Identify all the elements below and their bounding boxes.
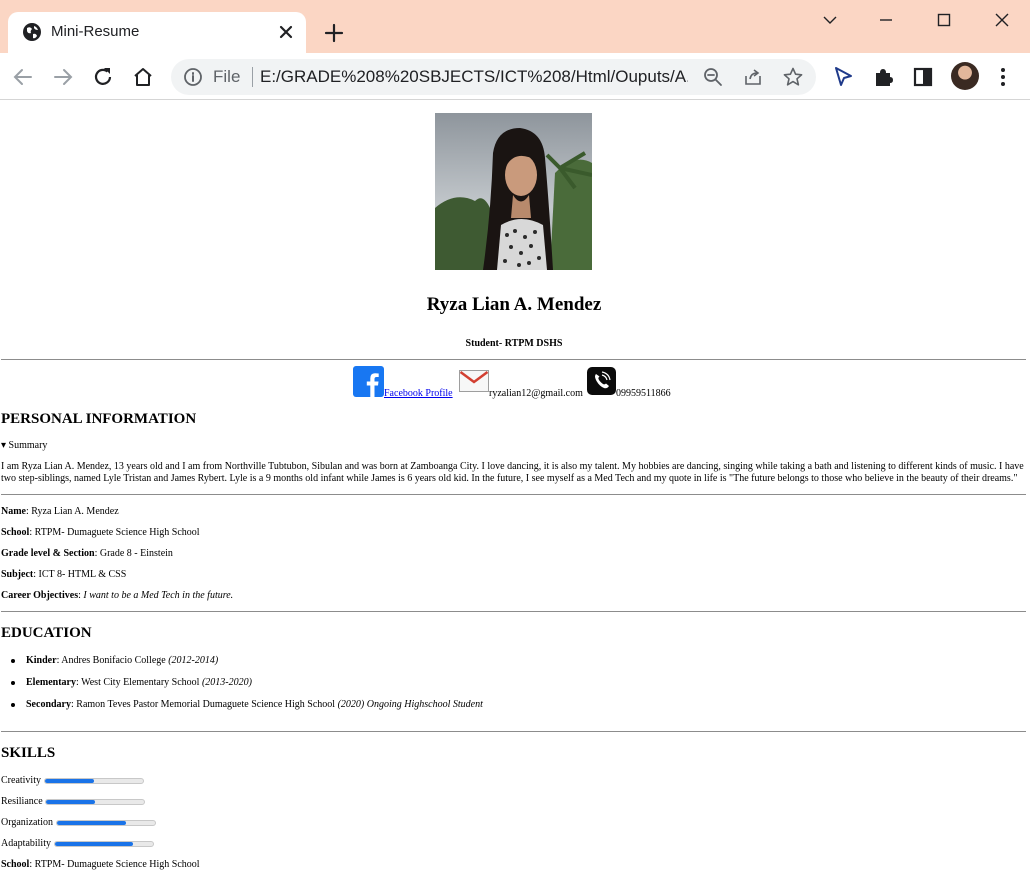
skill-label-organization: Organization: [1, 817, 54, 828]
list-bullet: [11, 681, 15, 685]
zoom-out-icon[interactable]: [702, 66, 724, 88]
divider: [1, 611, 1026, 612]
education-heading: EDUCATION: [1, 625, 92, 641]
star-icon[interactable]: [782, 66, 804, 88]
profile-avatar[interactable]: [951, 62, 979, 90]
field-school: School: RTPM- Dumaguete Science High Sch…: [1, 527, 200, 538]
email-icon[interactable]: [459, 370, 489, 392]
list-bullet: [11, 703, 15, 707]
field-grade-section: Grade level & Section: Grade 8 - Einstei…: [1, 548, 173, 559]
skill-label-resiliance: Resiliance: [1, 796, 43, 807]
profile-photo: [435, 113, 592, 270]
education-item-secondary: Secondary: Ramon Teves Pastor Memorial D…: [26, 699, 483, 710]
skills-heading: SKILLS: [1, 745, 56, 761]
divider: [1, 494, 1026, 495]
resume-role: Student- RTPM DSHS: [465, 338, 563, 349]
phone-icon[interactable]: [587, 367, 616, 395]
globe-icon: [23, 23, 41, 41]
education-item-kinder: Kinder: Andres Bonifacio College (2012-2…: [26, 655, 219, 666]
phone-text: 09959511866: [616, 388, 671, 399]
facebook-icon[interactable]: [353, 366, 384, 397]
list-bullet: [11, 659, 15, 663]
field-subject: Subject: ICT 8- HTML & CSS: [1, 569, 127, 580]
file-label: File: [213, 67, 241, 86]
address-bar[interactable]: File E:/GRADE%208%20SBJECTS/ICT%208/Html…: [171, 59, 816, 95]
browser-toolbar: File E:/GRADE%208%20SBJECTS/ICT%208/Html…: [0, 53, 1030, 100]
tab-strip: Mini-Resume: [0, 0, 1030, 53]
skill-progress-creativity: [44, 778, 144, 784]
field-name: Name: Ryza Lian A. Mendez: [1, 506, 119, 517]
info-icon[interactable]: [183, 67, 203, 87]
skill-progress-adaptability: [54, 841, 154, 847]
cursor-icon[interactable]: [830, 64, 856, 90]
chevron-down-icon[interactable]: [816, 6, 844, 34]
resume-page: Ryza Lian A. Mendez Student- RTPM DSHS F…: [0, 100, 1030, 883]
share-icon[interactable]: [742, 66, 764, 88]
plus-icon[interactable]: [322, 21, 346, 45]
close-window-icon[interactable]: [988, 6, 1016, 34]
field-career-objectives: Career Objectives: I want to be a Med Te…: [1, 590, 234, 601]
skill-label-adaptability: Adaptability: [1, 838, 51, 849]
address-separator: [252, 67, 253, 87]
back-icon[interactable]: [10, 64, 36, 90]
side-panel-icon[interactable]: [910, 64, 936, 90]
divider: [1, 731, 1026, 732]
more-icon[interactable]: [990, 64, 1016, 90]
facebook-link[interactable]: Facebook Profile: [384, 388, 453, 399]
skill-progress-organization: [56, 820, 156, 826]
extensions-icon[interactable]: [870, 64, 896, 90]
url-text[interactable]: E:/GRADE%208%20SBJECTS/ICT%208/Html/Oupu…: [260, 67, 688, 87]
personal-info-heading: PERSONAL INFORMATION: [1, 411, 197, 427]
skill-label-creativity: Creativity: [1, 775, 41, 786]
maximize-icon[interactable]: [930, 6, 958, 34]
resume-name: Ryza Lian A. Mendez: [426, 294, 602, 315]
divider: [1, 359, 1026, 360]
browser-tab[interactable]: Mini-Resume: [8, 12, 306, 53]
skill-progress-resiliance: [45, 799, 145, 805]
summary-toggle[interactable]: ▾ Summary: [1, 440, 47, 451]
minimize-icon[interactable]: [872, 6, 900, 34]
education-item-elementary: Elementary: West City Elementary School …: [26, 677, 252, 688]
forward-icon[interactable]: [50, 64, 76, 90]
skills-footer-school: School: RTPM- Dumaguete Science High Sch…: [1, 859, 200, 870]
home-icon[interactable]: [130, 64, 156, 90]
reload-icon[interactable]: [90, 64, 116, 90]
summary-text: I am Ryza Lian A. Mendez, 13 years old a…: [1, 461, 1024, 484]
tab-title: Mini-Resume: [51, 23, 140, 40]
close-icon[interactable]: [276, 22, 296, 42]
email-text: ryzalian12@gmail.com: [489, 388, 583, 399]
